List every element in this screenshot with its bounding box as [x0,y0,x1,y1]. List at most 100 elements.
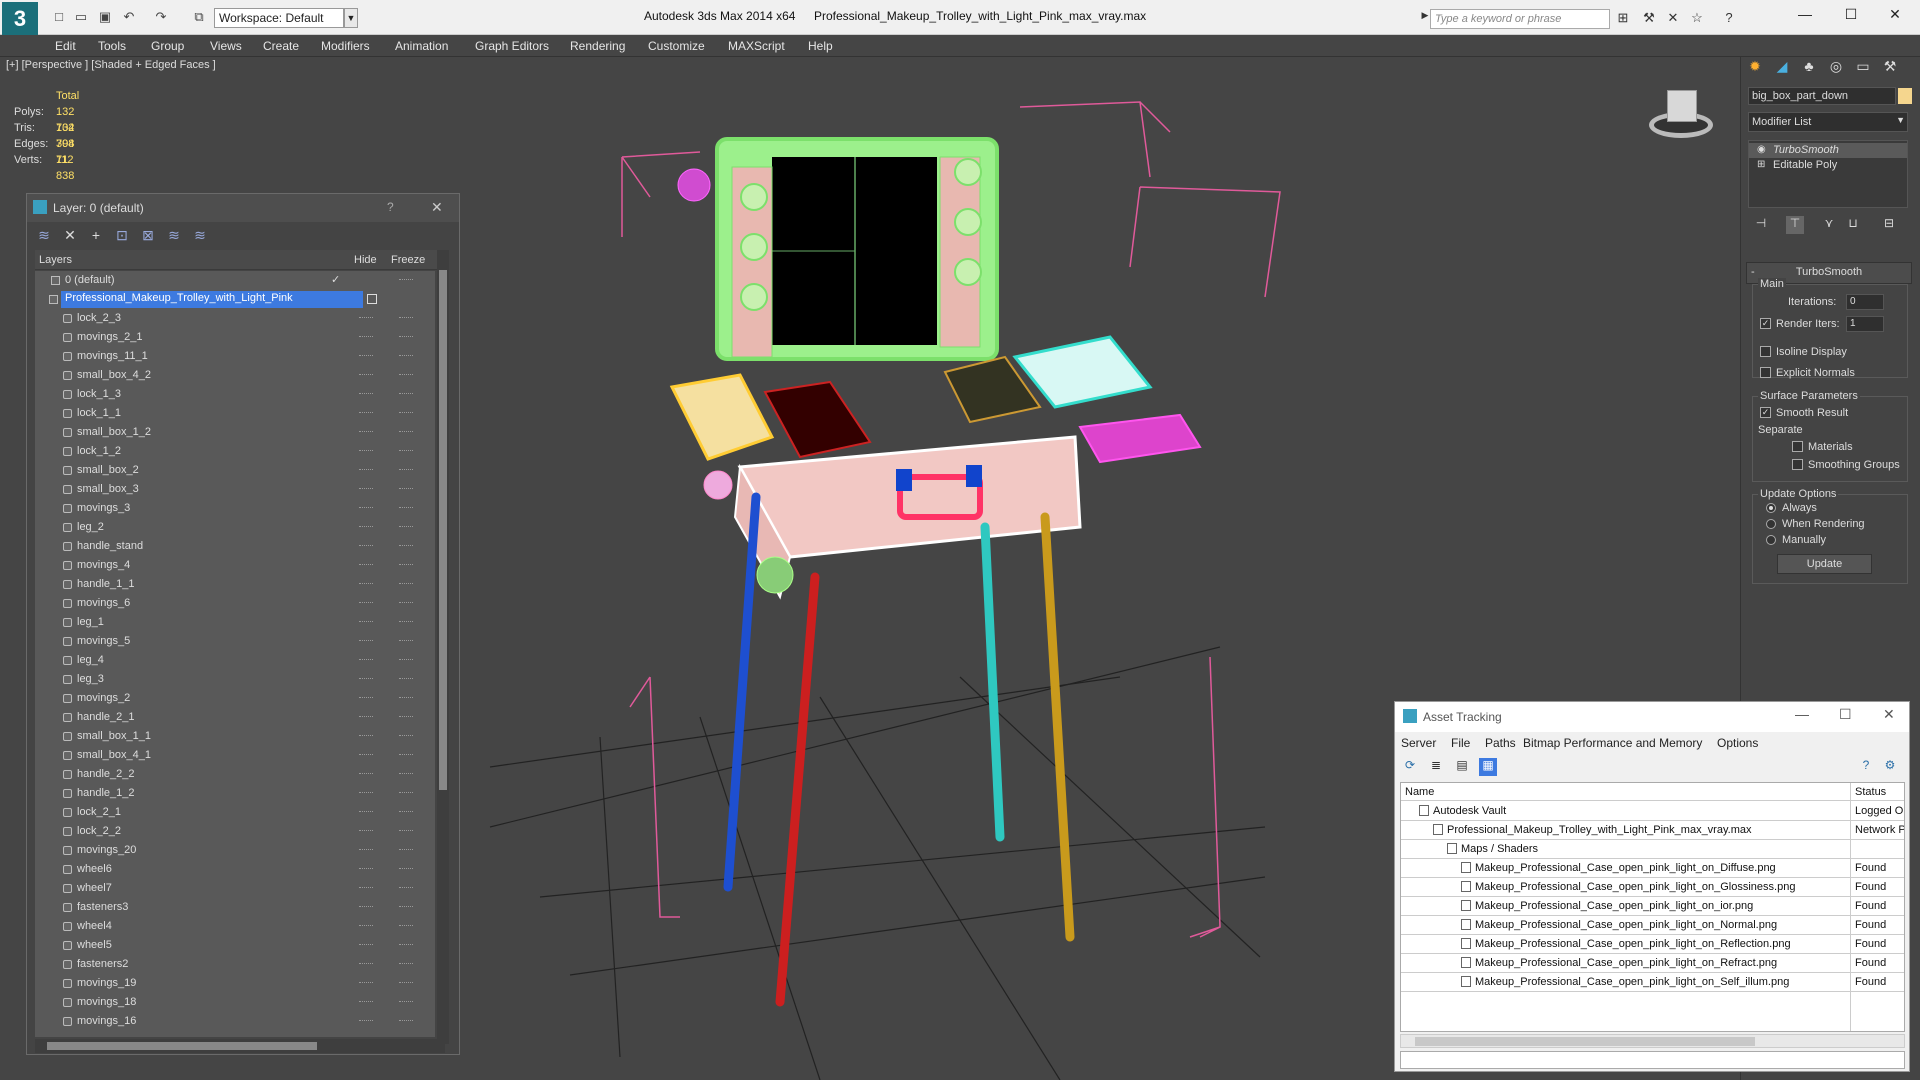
redo-icon[interactable]: ↷ [152,9,170,25]
hide-toggle[interactable] [359,963,373,965]
object-name-field[interactable]: big_box_part_down [1748,87,1896,105]
menu-create[interactable]: Create [263,39,299,53]
freeze-toggle[interactable] [399,678,413,680]
layer-object-row[interactable]: movings_3 [35,499,435,518]
freeze-toggle[interactable] [399,811,413,813]
layer-object-row[interactable]: small_box_2 [35,461,435,480]
display-tab-icon[interactable]: ▭ [1852,58,1874,80]
freeze-toggle[interactable] [399,982,413,984]
status-column-header[interactable]: Status [1855,786,1886,798]
layer-object-row[interactable]: fasteners2 [35,955,435,974]
asset-row[interactable]: Makeup_Professional_Case_open_pink_light… [1401,878,1904,897]
when-rendering-radio[interactable] [1766,519,1776,529]
expand-plus-icon[interactable]: ⊞ [1757,159,1765,170]
freeze-toggle[interactable] [399,754,413,756]
list-view-icon[interactable]: ≣ [1427,758,1445,776]
lightbulb-icon[interactable]: ◉ [1757,144,1766,155]
asset-row[interactable]: Autodesk Vault Logged Ou [1401,802,1904,821]
object-color-swatch[interactable] [1898,88,1912,104]
freeze-toggle[interactable] [399,659,413,661]
motion-tab-icon[interactable]: ◎ [1825,58,1847,80]
layer-window-close-button[interactable]: ✕ [431,199,443,216]
freeze-toggle[interactable] [399,526,413,528]
viewcube-cube-icon[interactable] [1667,90,1697,122]
menu-group[interactable]: Group [151,39,184,53]
pin-stack-icon[interactable]: ⊣ [1752,216,1770,234]
hide-toggle[interactable] [359,507,373,509]
hide-all-layers-icon[interactable]: ≋ [165,227,183,245]
create-layer-icon[interactable]: ≋ [35,227,53,245]
layer-object-row[interactable]: small_box_1_2 [35,423,435,442]
hide-toggle[interactable] [359,450,373,452]
layer-object-row[interactable]: leg_3 [35,670,435,689]
hide-toggle[interactable] [359,412,373,414]
configure-sets-icon[interactable]: ⊟ [1880,216,1898,234]
freeze-toggle[interactable] [399,564,413,566]
layer-object-row[interactable]: movings_6 [35,594,435,613]
menu-customize[interactable]: Customize [648,39,705,53]
hide-toggle[interactable] [359,1020,373,1022]
hide-toggle[interactable] [359,431,373,433]
hide-toggle[interactable] [359,583,373,585]
hide-toggle[interactable] [359,754,373,756]
freeze-toggle[interactable] [399,355,413,357]
freeze-toggle[interactable] [399,887,413,889]
hide-toggle[interactable] [359,526,373,528]
asset-row[interactable]: Makeup_Professional_Case_open_pink_light… [1401,935,1904,954]
rollout-collapse-icon[interactable]: - [1751,266,1755,278]
create-tab-icon[interactable]: ✹ [1744,58,1766,80]
freeze-toggle[interactable] [399,925,413,927]
freeze-toggle[interactable] [399,431,413,433]
freeze-toggle[interactable] [399,849,413,851]
at-minimize-button[interactable]: — [1795,706,1809,722]
current-layer-box-icon[interactable] [367,294,377,304]
viewport-label[interactable]: [+] [Perspective ] [Shaded + Edged Faces… [6,59,216,71]
asset-tracking-titlebar[interactable]: Asset Tracking — ☐ ✕ [1395,702,1909,732]
thumbnail-view-icon[interactable]: ▤ [1453,758,1471,776]
freeze-toggle[interactable] [399,906,413,908]
at-menu-server[interactable]: Server [1401,736,1436,750]
hide-toggle[interactable] [359,469,373,471]
hide-toggle[interactable] [359,868,373,870]
layer-object-row[interactable]: movings_16 [35,1012,435,1031]
menu-modifiers[interactable]: Modifiers [321,39,370,53]
modifier-list-dropdown[interactable]: Modifier List ▼ [1748,112,1908,132]
menu-graph-editors[interactable]: Graph Editors [475,39,549,53]
stack-item-turbosmooth[interactable]: TurboSmooth [1773,144,1839,156]
utilities-tab-icon[interactable]: ⚒ [1879,58,1901,80]
maximize-button[interactable]: ☐ [1836,6,1866,26]
layer-object-row[interactable]: lock_2_1 [35,803,435,822]
freeze-toggle[interactable] [399,830,413,832]
asset-table[interactable]: Name Status Autodesk Vault Logged Ou Profe… [1400,782,1905,1032]
layer-object-row[interactable]: movings_20 [35,841,435,860]
materials-checkbox[interactable] [1792,441,1803,452]
add-to-layer-icon[interactable]: + [87,227,105,245]
remove-modifier-icon[interactable]: ⊔ [1844,216,1862,234]
asset-row[interactable]: Professional_Makeup_Trolley_with_Light_P… [1401,821,1904,840]
layer-object-row[interactable]: wheel7 [35,879,435,898]
layers-column-header[interactable]: Layers [39,254,72,266]
smoothing-groups-checkbox[interactable] [1792,459,1803,470]
hierarchy-tab-icon[interactable]: ♣ [1798,58,1820,80]
freeze-toggle[interactable] [399,507,413,509]
smooth-result-checkbox[interactable]: ✓ [1760,407,1771,418]
freeze-toggle[interactable] [399,412,413,414]
freeze-toggle[interactable] [399,1020,413,1022]
layer-object-row[interactable]: lock_1_3 [35,385,435,404]
favorites-star-icon[interactable]: ☆ [1688,10,1706,28]
freeze-toggle[interactable] [399,583,413,585]
hide-toggle[interactable] [359,659,373,661]
layer-window-titlebar[interactable]: Layer: 0 (default) ? ✕ [27,194,459,222]
stack-item-editable-poly[interactable]: Editable Poly [1773,159,1837,171]
layer-object-row[interactable]: lock_1_2 [35,442,435,461]
help-icon[interactable]: ? [1720,10,1738,28]
layer-object-row[interactable]: leg_4 [35,651,435,670]
asset-row[interactable]: Makeup_Professional_Case_open_pink_light… [1401,973,1904,992]
layer-object-row[interactable]: small_box_1_1 [35,727,435,746]
layer-object-row[interactable]: movings_5 [35,632,435,651]
chevron-down-icon[interactable]: ▼ [344,8,358,28]
layer-row-selected[interactable]: Professional_Makeup_Trolley_with_Light_P… [35,290,435,309]
freeze-toggle[interactable] [399,602,413,604]
layer-object-row[interactable]: small_box_4_2 [35,366,435,385]
layer-object-row[interactable]: wheel5 [35,936,435,955]
